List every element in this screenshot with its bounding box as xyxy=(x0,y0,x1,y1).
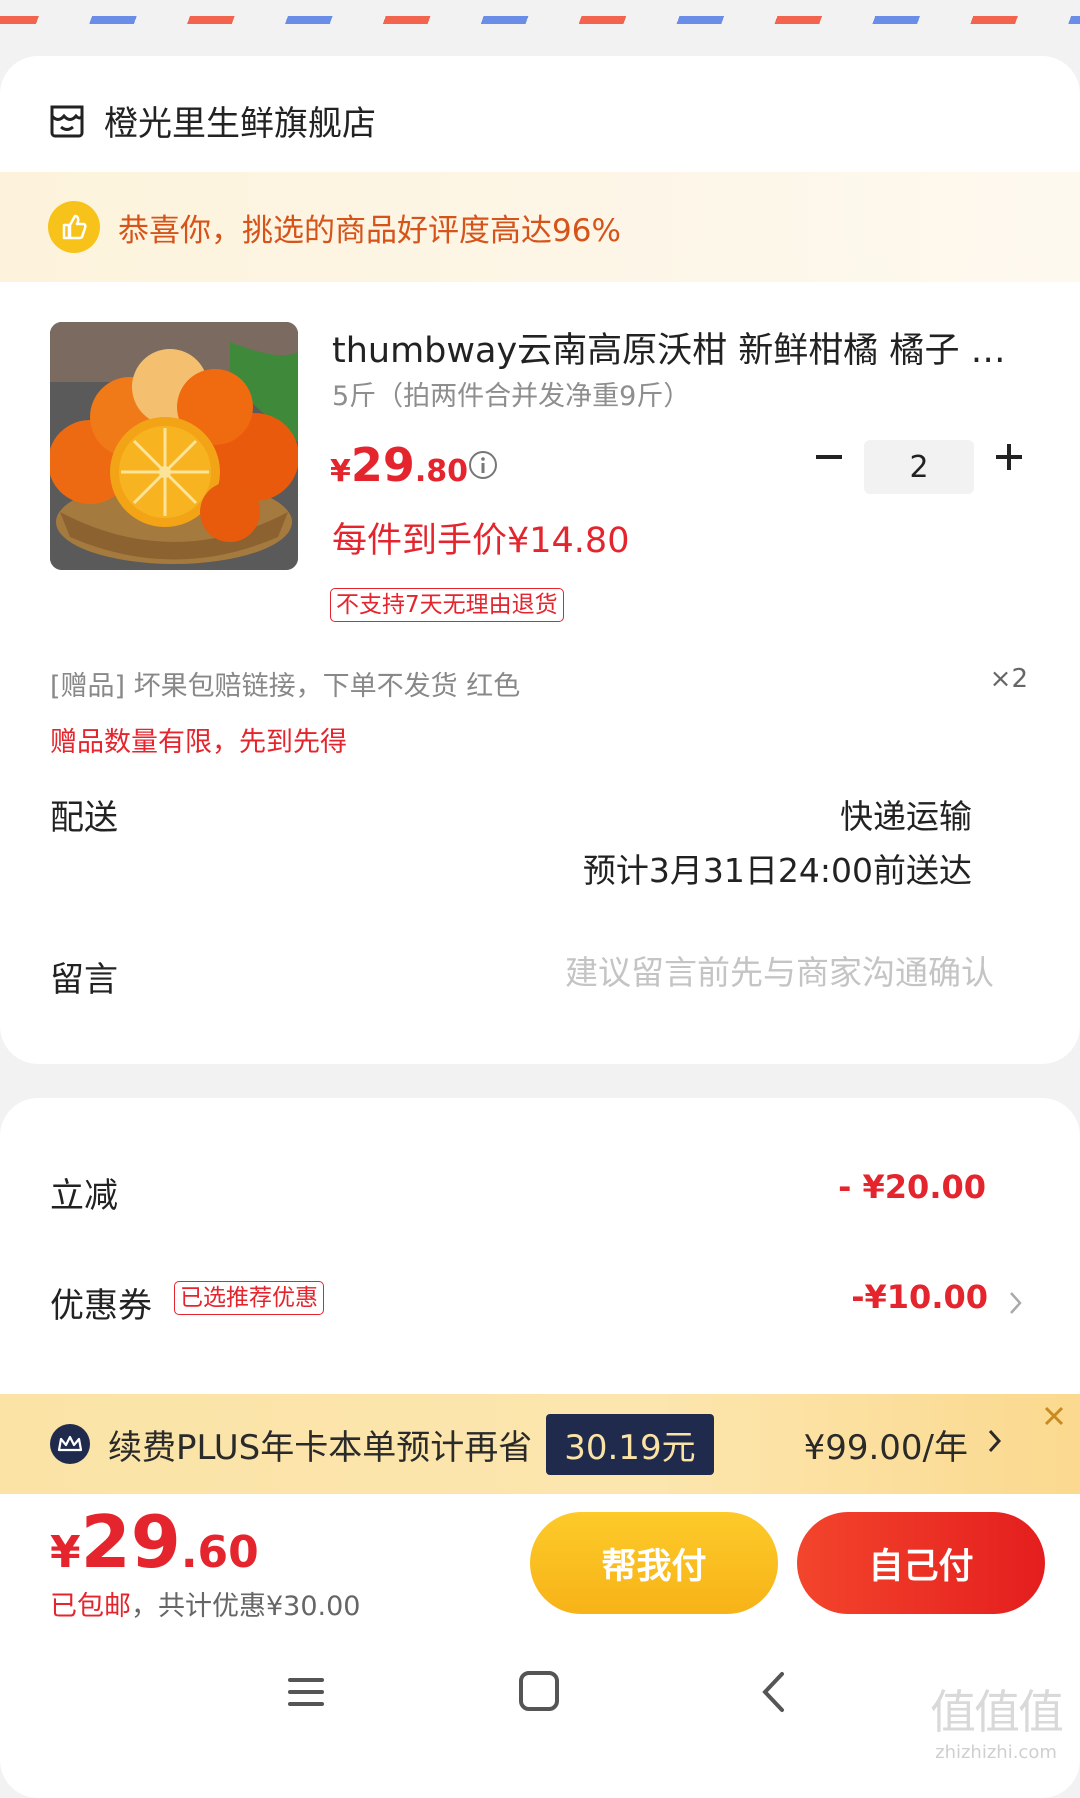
praise-text: 恭喜你，挑选的商品好评度高达96% xyxy=(118,212,621,249)
thumbs-up-icon xyxy=(48,201,100,253)
close-icon[interactable] xyxy=(1036,1398,1072,1434)
total-integer: 29 xyxy=(80,1500,181,1584)
total-note: 已包邮，共计优惠¥30.00 xyxy=(50,1584,360,1623)
shipping-method[interactable]: 快递运输 xyxy=(840,790,972,838)
watermark-logo: 值值值 xyxy=(930,1685,1064,1739)
plus-annual-price: ¥99.00/年 xyxy=(803,1428,968,1468)
shop-icon xyxy=(50,105,84,137)
no-return-tag: 不支持7天无理由退货 xyxy=(330,588,564,622)
plus-promo-text: 续费PLUS年卡本单预计再省 xyxy=(108,1427,533,1468)
plus-icon[interactable] xyxy=(992,440,1026,474)
shop-header[interactable]: 橙光里生鲜旗舰店 xyxy=(48,96,376,145)
product-spec: 5斤（拍两件合并发净重9斤） xyxy=(332,381,691,412)
total-decimal: .60 xyxy=(180,1527,259,1578)
home-icon[interactable] xyxy=(518,1670,560,1712)
per-item-price: 每件到手价¥14.80 xyxy=(332,521,630,561)
discount-total-text: ，共计优惠¥30.00 xyxy=(131,1591,361,1622)
watermark-url: zhizhizhi.com xyxy=(935,1742,1057,1763)
shipping-label: 配送 xyxy=(50,798,118,838)
praise-banner: 恭喜你，挑选的商品好评度高达96% xyxy=(0,172,1080,282)
product-price: ¥ 29 .80 xyxy=(330,438,468,492)
back-icon[interactable] xyxy=(760,1670,786,1714)
plus-save-amount: 30.19元 xyxy=(546,1413,714,1475)
watermark: 值值值 zhizhizhi.com xyxy=(930,1676,1064,1763)
quantity-value[interactable]: 2 xyxy=(864,440,974,494)
free-shipping-text: 已包邮 xyxy=(50,1591,131,1622)
gift-limit-note: 赠品数量有限，先到先得 xyxy=(50,727,347,758)
plus-banner[interactable]: 续费PLUS年卡本单预计再省 30.19元 ¥99.00/年 xyxy=(0,1394,1080,1494)
gift-line: [赠品] 坏果包赔链接，下单不发货 红色 xyxy=(50,671,521,702)
info-icon[interactable] xyxy=(468,450,498,480)
price-decimal: .80 xyxy=(414,454,469,489)
product-title[interactable]: thumbway云南高原沃柑 新鲜柑橘 橘子 … xyxy=(332,322,1012,373)
instant-discount-value: - ¥20.00 xyxy=(838,1168,986,1206)
shipping-eta: 预计3月31日24:00前送达 xyxy=(582,851,972,890)
price-integer: 29 xyxy=(350,438,415,492)
gift-quantity: ×2 xyxy=(989,664,1028,694)
shop-name: 橙光里生鲜旗舰店 xyxy=(104,104,376,144)
menu-icon[interactable] xyxy=(286,1672,326,1712)
total-symbol: ¥ xyxy=(50,1527,81,1578)
airmail-stripe xyxy=(0,16,1080,24)
help-pay-button[interactable]: 帮我付 xyxy=(530,1512,778,1614)
message-label: 留言 xyxy=(50,960,118,1000)
total-price: ¥ 29 .60 xyxy=(50,1500,259,1584)
chevron-right-icon[interactable] xyxy=(988,1428,1002,1454)
crown-icon xyxy=(50,1424,90,1464)
self-pay-button[interactable]: 自己付 xyxy=(797,1512,1045,1614)
price-symbol: ¥ xyxy=(330,454,351,489)
coupon-label: 优惠券 xyxy=(50,1286,152,1326)
chevron-right-icon[interactable] xyxy=(1008,1290,1024,1316)
message-input[interactable] xyxy=(432,952,996,993)
instant-discount-label: 立减 xyxy=(50,1176,118,1216)
coupon-value[interactable]: -¥10.00 xyxy=(851,1278,988,1316)
coupon-tag: 已选推荐优惠 xyxy=(174,1281,324,1315)
minus-icon[interactable] xyxy=(812,440,846,474)
product-image[interactable] xyxy=(50,322,298,570)
